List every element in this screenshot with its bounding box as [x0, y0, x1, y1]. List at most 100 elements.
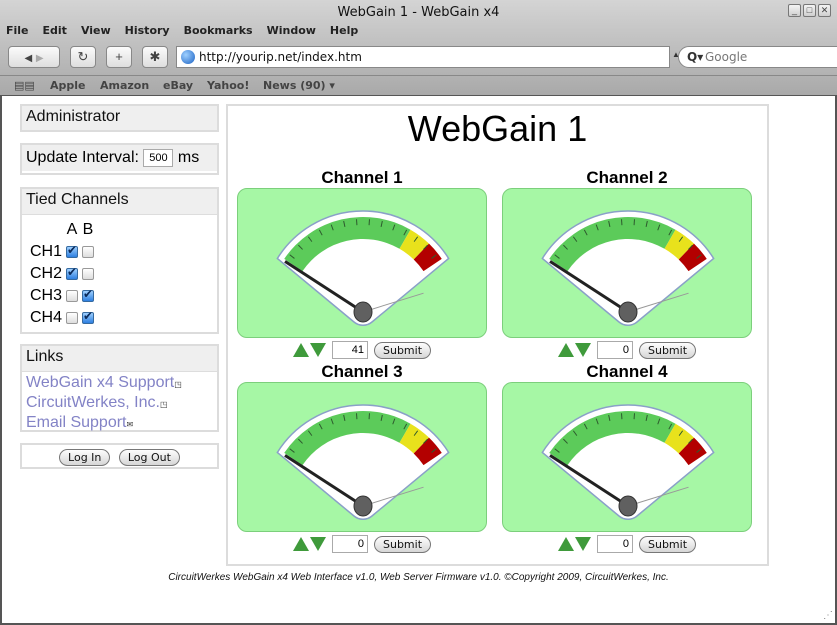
- main-panel: WebGain 1 Channel 1 Submit Channel 2 Sub…: [226, 104, 769, 566]
- gauge-svg: [541, 404, 715, 520]
- bookmark-news[interactable]: News (90) ▾: [263, 76, 335, 95]
- channel-2-submit-button[interactable]: Submit: [638, 341, 697, 359]
- menu-bookmarks[interactable]: Bookmarks: [184, 24, 253, 37]
- channel-2-value-input[interactable]: [596, 341, 633, 359]
- browser-chrome: WebGain 1 - WebGain x4 _ □ ✕ File Edit V…: [0, 0, 837, 96]
- channel-3-submit-button[interactable]: Submit: [373, 535, 432, 553]
- add-bookmark-button[interactable]: +: [106, 46, 132, 68]
- decrease-arrow-icon[interactable]: [309, 343, 326, 357]
- bug-icon: ✱: [149, 49, 161, 64]
- ch3-a-checkbox[interactable]: [66, 289, 79, 302]
- page-title: WebGain 1: [407, 108, 588, 149]
- update-interval-label: Update Interval:: [26, 149, 139, 167]
- channel-4-value-input[interactable]: [596, 535, 633, 553]
- menu-view[interactable]: View: [81, 24, 111, 37]
- window-controls: _ □ ✕: [788, 4, 831, 17]
- login-panel: Log In Log Out: [20, 443, 219, 469]
- search-placeholder: Google: [705, 50, 748, 64]
- reload-icon: ↻: [77, 49, 89, 64]
- tied-row: CH4: [28, 307, 96, 329]
- link-webgain-support[interactable]: WebGain x4 Support◳: [22, 374, 217, 394]
- log-out-button[interactable]: Log Out: [118, 449, 180, 466]
- back-icon[interactable]: ◀: [24, 53, 32, 64]
- log-in-button[interactable]: Log In: [59, 449, 111, 466]
- increase-arrow-icon[interactable]: [292, 537, 309, 551]
- increase-arrow-icon[interactable]: [557, 537, 574, 551]
- link-label[interactable]: Email Support: [26, 414, 127, 431]
- channel-label: CH2: [30, 265, 63, 282]
- tied-row: CH3: [28, 285, 96, 307]
- link-email-support[interactable]: Email Support✉: [22, 414, 217, 434]
- channel-1-controls: Submit: [236, 338, 488, 362]
- ch1-b-checkbox[interactable]: [82, 245, 95, 258]
- gauge-svg: [276, 404, 450, 520]
- link-circuitwerkes[interactable]: CircuitWerkes, Inc.◳: [22, 394, 217, 414]
- plus-icon: +: [115, 49, 123, 64]
- resize-grip-icon[interactable]: ⋰: [823, 610, 833, 621]
- menu-window[interactable]: Window: [267, 24, 316, 37]
- search-icon[interactable]: Q▾: [687, 47, 703, 67]
- link-label[interactable]: WebGain x4 Support: [26, 374, 174, 391]
- bookmark-ebay[interactable]: eBay: [163, 76, 193, 95]
- tied-channels-title: Tied Channels: [22, 189, 217, 215]
- menu-file[interactable]: File: [6, 24, 29, 37]
- update-interval-panel: Update Interval: ms: [20, 143, 219, 175]
- channel-4-submit-button[interactable]: Submit: [638, 535, 697, 553]
- increase-arrow-icon[interactable]: [292, 343, 309, 357]
- decrease-arrow-icon[interactable]: [574, 537, 591, 551]
- channel-4-controls: Submit: [501, 532, 753, 556]
- book-icon[interactable]: ▤▤: [14, 76, 35, 95]
- ch4-a-checkbox[interactable]: [66, 311, 79, 324]
- menu-history[interactable]: History: [125, 24, 170, 37]
- gauge-hub: [618, 301, 638, 323]
- decrease-arrow-icon[interactable]: [574, 343, 591, 357]
- bookmark-apple[interactable]: Apple: [50, 76, 86, 95]
- decrease-arrow-icon[interactable]: [309, 537, 326, 551]
- gauge-svg: [276, 210, 450, 326]
- channel-title: Channel 2: [586, 168, 668, 187]
- ch2-a-checkbox[interactable]: [66, 265, 79, 280]
- menu-help[interactable]: Help: [330, 24, 358, 37]
- forward-icon[interactable]: ▶: [36, 53, 44, 64]
- back-forward-button[interactable]: ◀ ▶: [8, 46, 60, 68]
- debug-button[interactable]: ✱: [142, 46, 168, 68]
- channel-title: Channel 3: [321, 362, 403, 381]
- channel-2-controls: Submit: [501, 338, 753, 362]
- tied-channels-panel: Tied Channels A B CH1 CH2 CH3: [20, 187, 219, 334]
- channel-3-controls: Submit: [236, 532, 488, 556]
- search-input[interactable]: Q▾ Google: [678, 46, 837, 68]
- channel-title: Channel 4: [586, 362, 668, 381]
- gauge-hub: [353, 495, 373, 517]
- menu-bar: File Edit View History Bookmarks Window …: [6, 24, 372, 37]
- link-label[interactable]: CircuitWerkes, Inc.: [26, 394, 160, 411]
- navigation-toolbar: ◀ ▶ ↻ + ✱ http://yourip.net/index.htm ▲ …: [8, 46, 837, 68]
- bookmark-amazon[interactable]: Amazon: [100, 76, 149, 95]
- maximize-button[interactable]: □: [803, 4, 816, 17]
- channel-title: Channel 1: [321, 168, 403, 187]
- reload-button[interactable]: ↻: [70, 46, 96, 68]
- admin-panel: Administrator: [20, 104, 219, 132]
- channel-1-submit-button[interactable]: Submit: [373, 341, 432, 359]
- tied-row: CH1: [28, 241, 96, 263]
- channel-1-value-input[interactable]: [331, 341, 368, 359]
- update-interval-input[interactable]: [143, 149, 174, 167]
- external-link-icon: ◳: [159, 400, 168, 409]
- ch4-b-checkbox[interactable]: [82, 309, 95, 324]
- menu-edit[interactable]: Edit: [43, 24, 67, 37]
- channel-label: CH1: [30, 243, 63, 260]
- gauge-hub: [353, 301, 373, 323]
- bookmark-yahoo[interactable]: Yahoo!: [207, 76, 249, 95]
- channel-2-gauge: [502, 188, 752, 338]
- admin-title: Administrator: [22, 106, 217, 130]
- ch3-b-checkbox[interactable]: [82, 287, 95, 302]
- minimize-button[interactable]: _: [788, 4, 801, 17]
- close-button[interactable]: ✕: [818, 4, 831, 17]
- channel-label: CH3: [30, 287, 63, 304]
- ch2-b-checkbox[interactable]: [82, 267, 95, 280]
- increase-arrow-icon[interactable]: [557, 343, 574, 357]
- channel-2-panel: Channel 2 Submit: [501, 168, 753, 362]
- tied-row: CH2: [28, 263, 96, 285]
- url-input[interactable]: http://yourip.net/index.htm: [176, 46, 670, 68]
- ch1-a-checkbox[interactable]: [66, 243, 79, 258]
- channel-3-value-input[interactable]: [331, 535, 368, 553]
